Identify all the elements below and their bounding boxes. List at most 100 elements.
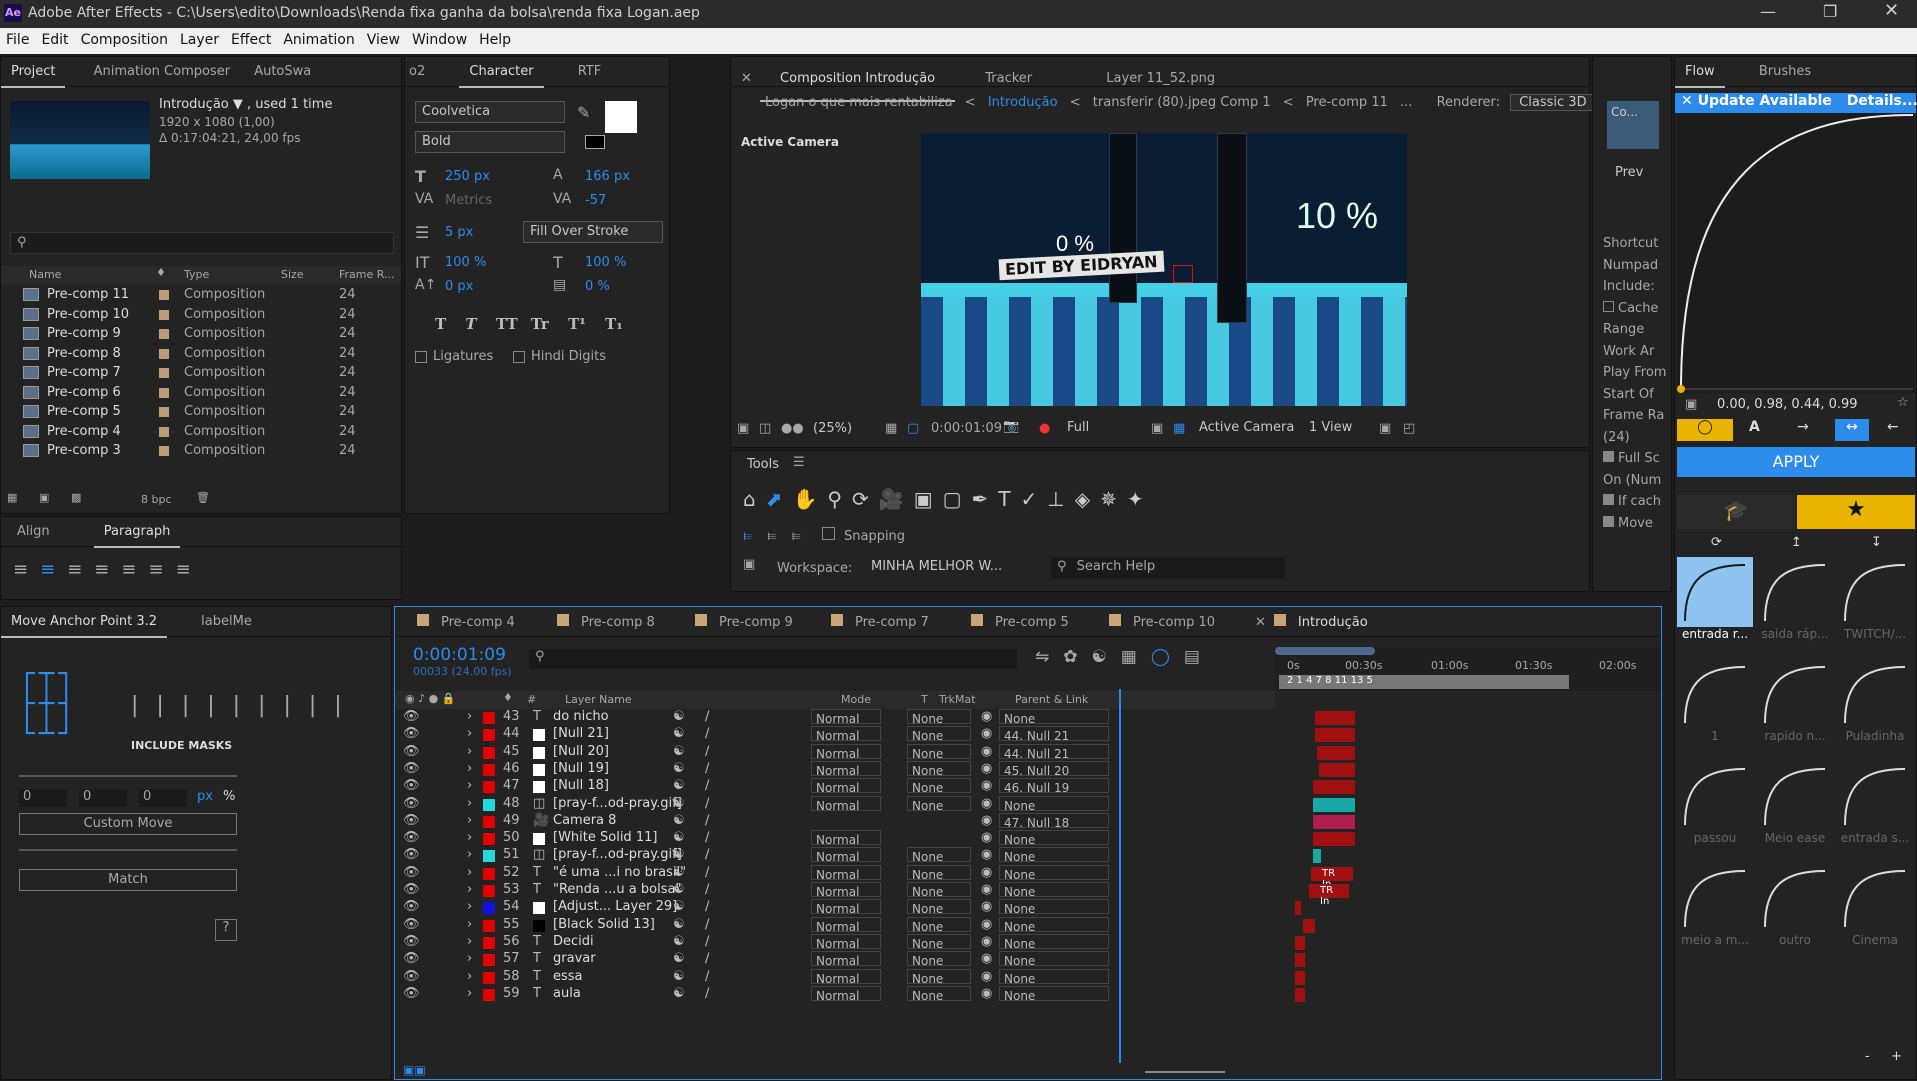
- pickwhip-icon[interactable]: ◉: [981, 813, 992, 828]
- timeline-tab[interactable]: Pre-comp 9: [695, 614, 793, 630]
- trkmat-dropdown[interactable]: None: [907, 985, 971, 1003]
- roto-tool-icon[interactable]: ✵: [1100, 487, 1127, 511]
- snapping-checkbox[interactable]: [821, 527, 835, 540]
- layer-duration-bar[interactable]: [1295, 970, 1305, 985]
- parent-dropdown[interactable]: None: [999, 899, 1109, 916]
- project-item[interactable]: Pre-comp 7 Composition 24: [1, 363, 381, 384]
- tab-paragraph[interactable]: Paragraph: [93, 517, 181, 548]
- interpret-icon[interactable]: ▦: [7, 491, 17, 504]
- timeline-tab[interactable]: Pre-comp 5: [971, 614, 1069, 630]
- label-color-swatch[interactable]: [483, 936, 495, 949]
- preview-option[interactable]: Move: [1603, 513, 1671, 535]
- layer-name[interactable]: [White Solid 11]: [553, 830, 657, 845]
- visibility-eye-icon[interactable]: 👁: [403, 934, 420, 949]
- roi-icon[interactable]: ▣: [1151, 421, 1163, 436]
- copy-values-icon[interactable]: ▣: [1685, 397, 1697, 412]
- learn-icon[interactable]: 🎓: [1677, 495, 1795, 529]
- frame-blend-icon[interactable]: ▦: [1121, 647, 1151, 667]
- pickwhip-icon[interactable]: ◉: [981, 934, 992, 949]
- project-item[interactable]: Pre-comp 10 Composition 24: [1, 305, 381, 326]
- align-center-icon[interactable]: ≡: [40, 559, 67, 580]
- quality-switch-icon[interactable]: ∕: [705, 778, 709, 793]
- label-color-swatch[interactable]: [483, 763, 495, 776]
- label-color-swatch[interactable]: [483, 971, 495, 984]
- timeline-timecode[interactable]: 0:00:01:09: [413, 645, 506, 665]
- parent-dropdown[interactable]: None: [999, 951, 1109, 968]
- all-caps-button[interactable]: TT: [496, 315, 518, 333]
- details-link[interactable]: Details...: [1847, 93, 1917, 109]
- mask-icon[interactable]: ●●: [781, 421, 804, 436]
- mode-dropdown[interactable]: Normal: [811, 916, 881, 934]
- vscale-value[interactable]: 100 %: [445, 255, 486, 270]
- layer-row[interactable]: 👁 › 43 Tdo nicho ☯ ∕ Normal None ◉ None: [395, 709, 1661, 726]
- tab-flow[interactable]: Flow: [1675, 57, 1725, 88]
- rectangle-tool-icon[interactable]: ▢: [943, 487, 972, 511]
- workspace-dropdown[interactable]: MINHA MELHOR W...: [865, 557, 1025, 579]
- label-color-swatch[interactable]: [483, 815, 495, 828]
- label-color-swatch[interactable]: [483, 712, 495, 724]
- timeline-tab[interactable]: ✕ Introdução: [1255, 614, 1368, 630]
- quality-switch-icon[interactable]: ∕: [705, 865, 709, 880]
- justify-center-icon[interactable]: ≡: [121, 559, 148, 580]
- subscript-button[interactable]: T₁: [605, 315, 623, 333]
- layer-duration-bar[interactable]: [1295, 901, 1301, 916]
- world-axis-icon[interactable]: ⫢: [767, 525, 776, 544]
- font-size-value[interactable]: 250 px: [445, 169, 490, 184]
- tab-brushes[interactable]: Brushes: [1749, 57, 1821, 86]
- option-checkbox[interactable]: [1603, 494, 1614, 505]
- anchor-x-field[interactable]: 0: [19, 789, 67, 807]
- layer-duration-bar[interactable]: [1295, 935, 1305, 950]
- collapse-switch-icon[interactable]: ☯: [673, 847, 685, 862]
- tab-layer[interactable]: Layer 11_52.png: [1096, 64, 1225, 93]
- parent-dropdown[interactable]: 45. Null 20: [999, 760, 1109, 778]
- unit-px-toggle[interactable]: px: [197, 789, 213, 804]
- visibility-eye-icon[interactable]: 👁: [403, 796, 420, 811]
- shy-icon[interactable]: ☯: [1092, 647, 1121, 667]
- layer-row[interactable]: 👁 › 58 Tessa ☯ ∕ Normal None ◉ None: [395, 968, 1661, 986]
- trkmat-dropdown[interactable]: None: [907, 743, 971, 761]
- quality-switch-icon[interactable]: ∕: [705, 986, 709, 1001]
- preset-item[interactable]: 1: [1677, 659, 1753, 757]
- pickwhip-icon[interactable]: ◉: [981, 830, 992, 845]
- viewer-canvas[interactable]: 0 % 10 % EDIT BY EIDRYAN: [921, 133, 1407, 406]
- trkmat-dropdown[interactable]: None: [907, 899, 971, 916]
- download-icon[interactable]: ↧: [1871, 535, 1882, 550]
- layer-name[interactable]: [Null 19]: [553, 761, 609, 776]
- layer-row[interactable]: 👁 › 52 T "é uma ...i no brasil" ☯ ∕ Normal None ◉…: [395, 864, 1661, 890]
- mode-dropdown[interactable]: Normal: [811, 795, 881, 813]
- pickwhip-icon[interactable]: ◉: [981, 847, 992, 862]
- label-color-swatch[interactable]: [483, 867, 495, 880]
- layer-duration-bar[interactable]: [1313, 832, 1355, 847]
- project-item[interactable]: Pre-comp 8 Composition 24: [1, 344, 381, 365]
- workspace-icon[interactable]: ▣: [743, 557, 755, 572]
- pickwhip-icon[interactable]: ◉: [981, 899, 992, 914]
- option-checkbox[interactable]: [1603, 451, 1614, 462]
- trkmat-dropdown[interactable]: None: [907, 760, 971, 778]
- curve-handle[interactable]: [1677, 385, 1685, 393]
- label-color-swatch[interactable]: [483, 746, 495, 759]
- zoom-in-button[interactable]: +: [1891, 1049, 1902, 1064]
- custom-move-button[interactable]: Custom Move: [19, 813, 237, 835]
- region-icon[interactable]: ▣: [737, 421, 749, 436]
- quality-switch-icon[interactable]: ∕: [705, 813, 709, 828]
- anchor-grid[interactable]: ┌┬┐ ├┼┤ └┴┘: [19, 659, 115, 755]
- timeline-tab[interactable]: Pre-comp 10: [1109, 614, 1215, 630]
- layer-duration-bar[interactable]: [1315, 711, 1355, 725]
- quality-switch-icon[interactable]: ∕: [705, 917, 709, 932]
- camera-dropdown[interactable]: Active Camera: [1193, 420, 1300, 435]
- label-color-swatch[interactable]: [483, 850, 495, 863]
- new-comp-icon[interactable]: ▩: [71, 491, 81, 504]
- eyedropper-icon[interactable]: ✎: [577, 103, 590, 122]
- menu-edit[interactable]: Edit: [35, 28, 74, 48]
- parent-dropdown[interactable]: 46. Null 19: [999, 778, 1109, 795]
- justify-right-icon[interactable]: ≡: [148, 559, 175, 580]
- layer-name[interactable]: [pray-f...od-pray.gif]: [553, 847, 682, 862]
- col-layer-name[interactable]: Layer Name: [565, 693, 632, 706]
- tab-character[interactable]: Character: [459, 57, 544, 88]
- mode-dropdown[interactable]: Normal: [811, 899, 881, 916]
- visibility-eye-icon[interactable]: 👁: [403, 709, 420, 724]
- visibility-eye-icon[interactable]: 👁: [403, 830, 420, 845]
- layer-duration-bar[interactable]: [1319, 762, 1355, 777]
- expand-arrow-icon[interactable]: ›: [467, 865, 472, 880]
- pickwhip-icon[interactable]: ◉: [981, 917, 992, 932]
